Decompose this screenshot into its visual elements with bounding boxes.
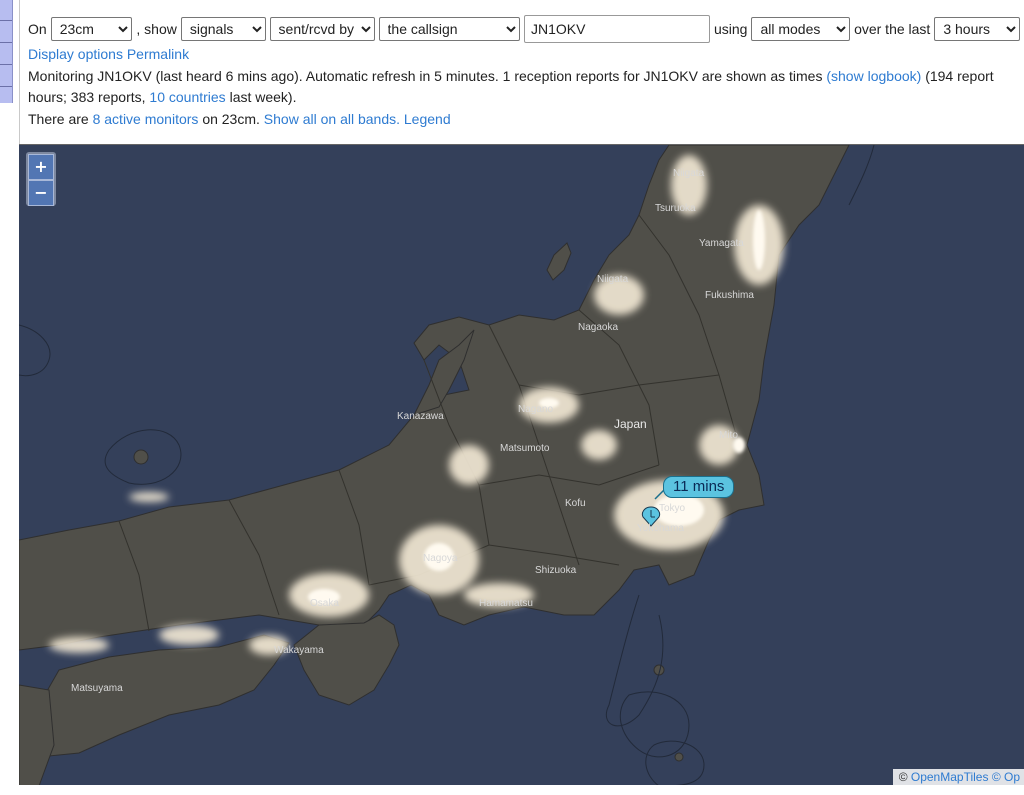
- band-select[interactable]: 23cm: [50, 17, 133, 41]
- place-label: Nagaoka: [578, 322, 619, 333]
- using-label: using: [713, 21, 748, 37]
- place-label: Niigata: [673, 168, 705, 179]
- active-monitors-link[interactable]: 8 active monitors: [93, 111, 199, 127]
- summary-line: hours; 383 reports, 10 countries last we…: [28, 87, 1024, 109]
- sado-island: [546, 242, 572, 281]
- show-label: , show: [136, 21, 177, 37]
- place-label: Nagano: [518, 404, 554, 415]
- zoom-control: + −: [26, 152, 56, 206]
- place-label: Matsuyama: [71, 683, 123, 694]
- on-label: On: [28, 21, 47, 37]
- oki-island: [133, 449, 149, 465]
- permalink-link[interactable]: Permalink: [127, 46, 189, 62]
- place-label: Nagoya: [423, 553, 458, 564]
- there-are-text: There are: [28, 110, 89, 127]
- reports-text: hours; 383 reports,: [28, 89, 146, 105]
- place-label: Osaka: [310, 598, 339, 609]
- frame-tick: [0, 86, 12, 87]
- frame-tick: [0, 20, 12, 21]
- maritime-boundary: [19, 324, 51, 377]
- show-select[interactable]: signals: [180, 17, 266, 41]
- callsign-input[interactable]: [523, 15, 710, 43]
- frame-tick: [0, 42, 12, 43]
- place-label: Niigata: [597, 274, 629, 285]
- query-controls: On 23cm , show signals sent/rcvd by the …: [28, 14, 1024, 44]
- country-label: Japan: [614, 417, 647, 431]
- monitoring-line: Monitoring JN1OKV (last heard 6 mins ago…: [28, 66, 1024, 88]
- left-frame-strip: [0, 0, 13, 103]
- legend-link[interactable]: Legend: [404, 111, 451, 127]
- period-select[interactable]: 3 hours: [934, 17, 1020, 41]
- report-count-text: (194 report: [925, 67, 994, 84]
- monitoring-text: Monitoring JN1OKV (last heard 6 mins ago…: [28, 67, 823, 84]
- openmaptiles-link[interactable]: OpenMapTiles: [911, 770, 989, 784]
- countries-link[interactable]: 10 countries: [149, 89, 225, 105]
- place-label: Matsumoto: [500, 443, 550, 454]
- place-label: Kofu: [565, 498, 586, 509]
- zoom-out-button[interactable]: −: [28, 180, 54, 206]
- options-line: Display options Permalink: [28, 44, 1024, 66]
- place-label: Yokohama: [637, 523, 684, 534]
- show-all-bands-link[interactable]: Show all on all bands.: [264, 111, 400, 127]
- maritime-boundary: [619, 691, 690, 758]
- status-area: Display options Permalink Monitoring JN1…: [28, 44, 1024, 130]
- maritime-boundary: [645, 740, 705, 786]
- on-band-text: on 23cm.: [202, 110, 260, 127]
- maritime-boundary: [848, 145, 875, 206]
- place-label: Fukushima: [705, 290, 754, 301]
- place-label: Mito: [719, 430, 738, 441]
- monitors-line: There are 8 active monitors on 23cm. Sho…: [28, 109, 1024, 131]
- kii-peninsula: [293, 614, 400, 706]
- izu-island: [674, 752, 684, 762]
- last-week-text: last week).: [229, 89, 297, 105]
- over-label: over the last: [854, 21, 931, 37]
- show-logbook-link[interactable]: (show logbook): [826, 68, 921, 84]
- maritime-boundary: [605, 594, 664, 727]
- kyushu-landmass: [19, 684, 55, 786]
- mode-select[interactable]: all modes: [751, 17, 851, 41]
- place-label: Tokyo: [659, 503, 686, 514]
- reception-time-bubble[interactable]: 11 mins: [663, 476, 735, 498]
- shikoku-landmass: [38, 634, 290, 758]
- display-options-link[interactable]: Display options: [28, 46, 123, 62]
- attribution-more-link[interactable]: © Op: [992, 770, 1020, 784]
- place-label: Yamagata: [699, 238, 744, 249]
- attribution-copyright: ©: [898, 770, 908, 784]
- place-label: Wakayama: [274, 645, 324, 656]
- map-attribution: © OpenMapTiles © Op: [892, 769, 1024, 786]
- place-label: Shizuoka: [535, 565, 577, 576]
- frame-tick: [0, 64, 12, 65]
- map-canvas: [19, 145, 875, 786]
- page-bottom: [19, 785, 1024, 795]
- place-label: Hamamatsu: [479, 598, 533, 609]
- reception-map[interactable]: Niigata Tsuruoka Yamagata Niigata Fukush…: [19, 144, 1024, 786]
- place-label: Kanazawa: [397, 411, 444, 422]
- place-label: Tsuruoka: [655, 203, 696, 214]
- direction-select[interactable]: sent/rcvd by: [269, 17, 375, 41]
- target-select[interactable]: the callsign: [378, 17, 520, 41]
- zoom-in-button[interactable]: +: [28, 154, 54, 180]
